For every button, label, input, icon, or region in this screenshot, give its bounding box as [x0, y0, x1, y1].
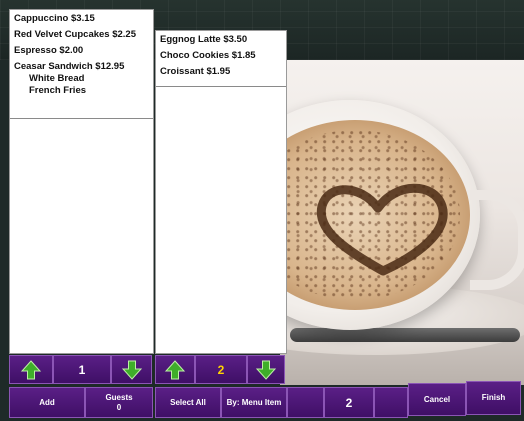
- ticket-page-number-right: 2: [195, 355, 247, 384]
- add-button[interactable]: Add: [9, 387, 85, 418]
- seat-next-button[interactable]: [374, 387, 408, 418]
- cup-handle: [470, 190, 524, 290]
- guests-count: 0: [116, 402, 122, 412]
- ticket-page-number-left: 1: [53, 355, 111, 384]
- scroll-down-button-right[interactable]: [247, 355, 285, 384]
- finish-button[interactable]: Finish: [466, 381, 521, 415]
- seat-number: 2: [324, 387, 374, 418]
- arrow-up-icon: [20, 359, 42, 379]
- arrow-up-icon: [164, 359, 186, 379]
- cappuccino-photo: [280, 60, 524, 385]
- arrow-down-icon: [121, 360, 142, 380]
- scroll-down-button-left[interactable]: [111, 355, 152, 384]
- arrow-down-icon: [255, 360, 277, 380]
- select-all-button[interactable]: Select All: [155, 387, 221, 418]
- cancel-button[interactable]: Cancel: [408, 383, 466, 416]
- order-item[interactable]: Eggnog Latte $3.50: [160, 34, 282, 46]
- seat-previous-button[interactable]: [287, 387, 324, 418]
- order-item[interactable]: Cappuccino $3.15: [14, 13, 149, 25]
- order-item[interactable]: Ceasar Sandwich $12.95: [14, 61, 149, 73]
- order-item-modifier[interactable]: French Fries: [14, 85, 149, 97]
- heart-latte-art-icon: [316, 183, 448, 276]
- scroll-up-button-left[interactable]: [9, 355, 53, 384]
- order-list-right: Eggnog Latte $3.50 Choco Cookies $1.85 C…: [156, 31, 286, 87]
- order-item[interactable]: Choco Cookies $1.85: [160, 50, 282, 62]
- order-item[interactable]: Red Velvet Cupcakes $2.25: [14, 29, 149, 41]
- ticket-panel-right[interactable]: Eggnog Latte $3.50 Choco Cookies $1.85 C…: [155, 30, 287, 354]
- guests-label: Guests: [105, 392, 133, 402]
- spoon: [290, 328, 520, 342]
- order-item-modifier[interactable]: White Bread: [14, 73, 149, 85]
- by-menu-item-button[interactable]: By: Menu Item: [221, 387, 287, 418]
- order-item[interactable]: Croissant $1.95: [160, 66, 282, 78]
- guests-button[interactable]: Guests 0: [85, 387, 153, 418]
- order-list-left: Cappuccino $3.15 Red Velvet Cupcakes $2.…: [10, 10, 153, 119]
- order-item[interactable]: Espresso $2.00: [14, 45, 149, 57]
- ticket-panel-left[interactable]: Cappuccino $3.15 Red Velvet Cupcakes $2.…: [9, 9, 154, 354]
- scroll-up-button-right[interactable]: [155, 355, 195, 384]
